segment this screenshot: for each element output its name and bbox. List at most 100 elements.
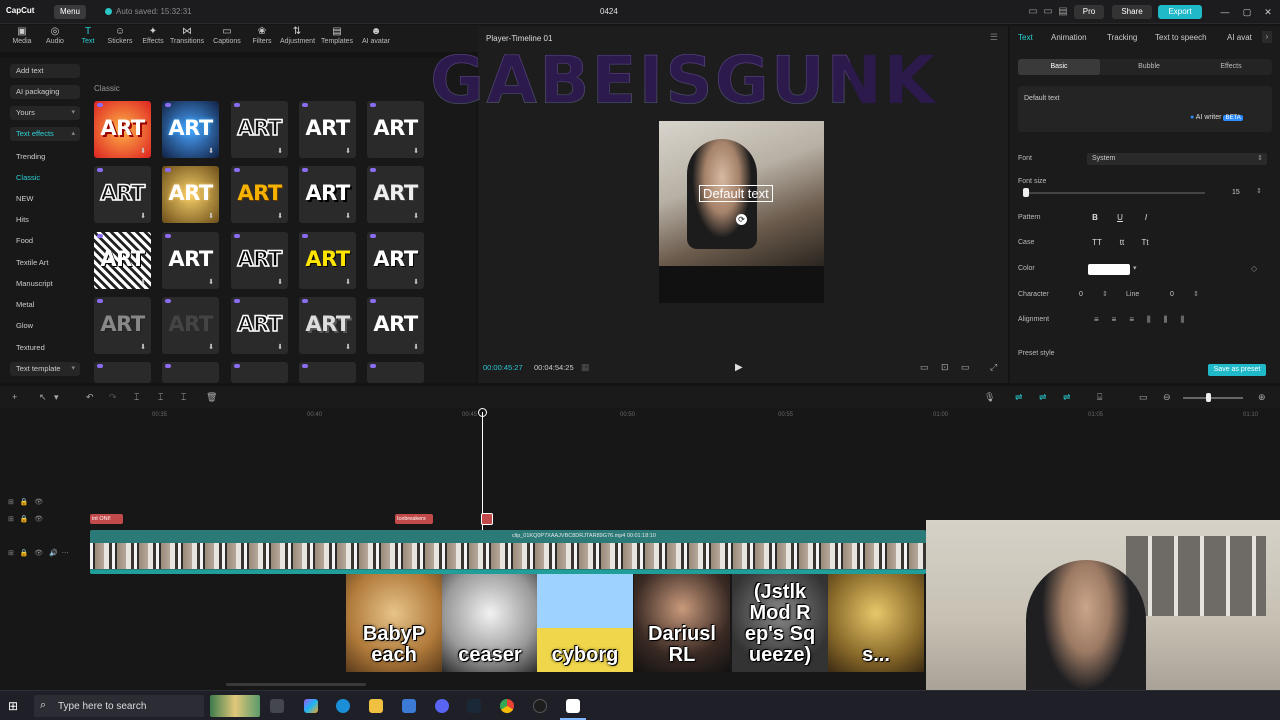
ratio-select-icon[interactable]: ▭ xyxy=(961,362,970,373)
sidebar-item-manuscript[interactable]: Manuscript xyxy=(10,277,80,291)
download-icon[interactable]: ⬇ xyxy=(345,278,351,286)
subtab-bubble[interactable]: Bubble xyxy=(1108,59,1190,75)
discord-icon[interactable] xyxy=(435,699,449,713)
download-icon[interactable]: ⬇ xyxy=(277,147,283,155)
download-icon[interactable]: ⬇ xyxy=(140,212,146,220)
time-ruler[interactable]: 00:35 00:40 00:45 00:50 00:55 01:00 01:05 01:10 xyxy=(90,408,1280,422)
sidebar-item-textile-art[interactable]: Textile Art xyxy=(10,256,80,270)
text-clip[interactable]: Icebreakers xyxy=(395,514,433,524)
titlecase-button[interactable]: Tt xyxy=(1138,236,1152,250)
tool-text[interactable]: T Text xyxy=(71,25,105,51)
download-icon[interactable]: ⬇ xyxy=(208,278,214,286)
hamburger-icon[interactable]: ☰ xyxy=(990,32,998,43)
share-button[interactable]: Share xyxy=(1112,5,1152,19)
tab-text[interactable]: Text xyxy=(1018,33,1033,42)
ai-writer-button[interactable]: ● AI writer BETA xyxy=(1190,114,1243,121)
sidebar-item-text-template[interactable]: Text template ▾ xyxy=(10,362,80,376)
text-effect-tile[interactable]: ART ⬇ xyxy=(162,166,219,223)
download-icon[interactable]: ⬇ xyxy=(345,212,351,220)
download-icon[interactable]: ⬇ xyxy=(345,343,351,351)
pro-button[interactable]: Pro xyxy=(1074,5,1104,19)
select-tool-icon[interactable]: ↖ xyxy=(39,392,47,403)
zoom-out-icon[interactable]: ⊖ xyxy=(1163,392,1171,403)
text-effect-tile[interactable]: ART ⬇ xyxy=(94,232,151,289)
text-effect-tile[interactable]: ART ⬇ xyxy=(299,101,356,158)
sidebar-item-add-text[interactable]: Add text xyxy=(10,64,80,78)
main-video-clip[interactable]: clip_01KQ0P7XAAJVBC8DRJTAR89G76.mp4 00:0… xyxy=(90,530,926,574)
keyframe-icon[interactable]: ◇ xyxy=(1251,264,1257,273)
timeline-scrollbar[interactable] xyxy=(226,683,366,686)
download-icon[interactable]: ⬇ xyxy=(277,278,283,286)
text-effect-tile[interactable]: ART ⬇ xyxy=(162,297,219,354)
delete-icon[interactable]: 🗑 xyxy=(206,392,217,403)
download-icon[interactable]: ⬇ xyxy=(140,147,146,155)
wordart-overlay[interactable]: GABEISGUNK xyxy=(430,42,935,119)
tool-stickers[interactable]: ☺ Stickers xyxy=(103,25,137,51)
text-effect-tile[interactable]: ART ⬇ xyxy=(94,166,151,223)
edge-icon[interactable] xyxy=(336,699,350,713)
sidebar-item-hits[interactable]: Hits xyxy=(10,213,80,227)
tool-effects[interactable]: ✦ Effects xyxy=(136,25,170,51)
font-select[interactable]: System ⇕ xyxy=(1087,153,1267,165)
sidebar-item-food[interactable]: Food xyxy=(10,234,80,248)
text-effect-tile[interactable]: ART ⬇ xyxy=(231,232,288,289)
windows-start-icon[interactable]: ⊞ xyxy=(8,699,18,713)
tool-adjustment[interactable]: ⇅ Adjustment xyxy=(280,25,315,51)
tool-audio[interactable]: ◎ Audio xyxy=(38,25,72,51)
chevron-right-icon[interactable]: › xyxy=(1262,31,1272,43)
project-name[interactable]: 0424 xyxy=(600,7,618,16)
split-left-icon[interactable]: ⌶ xyxy=(158,392,163,403)
obs-icon[interactable] xyxy=(533,699,547,713)
text-effect-tile[interactable] xyxy=(299,362,356,383)
tool-ai-avatar[interactable]: ☻ AI avatar xyxy=(359,25,393,51)
track-controls-main[interactable]: ⊞ 🔒 👁 🔊 ⋯ xyxy=(8,549,69,557)
maximize-icon[interactable]: ▢ xyxy=(1239,4,1255,20)
chevron-down-icon[interactable]: ▾ xyxy=(54,392,59,403)
download-icon[interactable]: ⬇ xyxy=(413,147,419,155)
zoom-slider-handle[interactable] xyxy=(1206,393,1211,402)
tab-tracking[interactable]: Tracking xyxy=(1107,33,1137,42)
layout-icon[interactable]: ▭ xyxy=(1027,6,1039,18)
text-clip-selected[interactable] xyxy=(481,513,493,525)
text-effect-tile[interactable]: ART ⬇ xyxy=(94,101,151,158)
subtab-basic[interactable]: Basic xyxy=(1018,59,1100,75)
fullscreen-frame-icon[interactable]: ▦ xyxy=(581,362,590,373)
close-icon[interactable]: ✕ xyxy=(1260,4,1276,20)
download-icon[interactable]: ⬇ xyxy=(140,278,146,286)
sidebar-item-yours[interactable]: Yours ▾ xyxy=(10,106,80,120)
sidebar-item-classic[interactable]: Classic xyxy=(10,171,80,185)
download-icon[interactable]: ⬇ xyxy=(208,147,214,155)
font-size-value[interactable]: 15 xyxy=(1232,189,1240,196)
tab-ai-avatar[interactable]: AI avat xyxy=(1227,33,1252,42)
text-effect-tile[interactable]: ART ⬇ xyxy=(367,297,424,354)
text-effect-tile[interactable]: ART ⬇ xyxy=(299,166,356,223)
line-spacing-value[interactable]: 0 xyxy=(1170,291,1174,298)
uppercase-button[interactable]: TT xyxy=(1090,236,1104,250)
text-effect-tile[interactable]: ART ⬇ xyxy=(367,101,424,158)
text-effect-tile[interactable] xyxy=(162,362,219,383)
caption-icon[interactable]: ▭ xyxy=(1139,392,1148,403)
taskbar-search[interactable]: ⌕ Type here to search xyxy=(34,695,204,717)
add-track-icon[interactable]: + xyxy=(12,392,17,402)
microphone-icon[interactable]: 🎙 xyxy=(984,392,995,403)
download-icon[interactable]: ⬇ xyxy=(345,147,351,155)
video-preview[interactable] xyxy=(659,121,824,303)
text-overlay[interactable]: Default text xyxy=(699,185,773,202)
text-content-input[interactable]: Default text ● AI writer BETA xyxy=(1018,86,1272,132)
alignment-icons[interactable]: ≡≡≡⫼⫼⫼ xyxy=(1094,315,1197,325)
sidebar-item-trending[interactable]: Trending xyxy=(10,150,80,164)
magnet-icon[interactable]: ⇌ xyxy=(1039,392,1047,403)
download-icon[interactable]: ⬇ xyxy=(277,212,283,220)
text-effect-tile[interactable]: ART ⬇ xyxy=(299,297,356,354)
layout-icon-2[interactable]: ▭ xyxy=(1042,6,1054,18)
lowercase-button[interactable]: tt xyxy=(1115,236,1129,250)
stepper-icon[interactable]: ⇕ xyxy=(1193,290,1199,298)
track-controls-2[interactable]: ⊞ 🔒 👁 xyxy=(8,515,43,523)
link-main-track-icon[interactable]: ⇌ xyxy=(1015,392,1023,403)
tool-filters[interactable]: ❀ Filters xyxy=(245,25,279,51)
export-button[interactable]: Export xyxy=(1158,5,1202,19)
text-effect-tile[interactable]: ART ⬇ xyxy=(367,232,424,289)
font-size-slider-handle[interactable] xyxy=(1023,188,1029,197)
text-effect-tile[interactable]: ART ⬇ xyxy=(162,101,219,158)
download-icon[interactable]: ⬇ xyxy=(413,212,419,220)
